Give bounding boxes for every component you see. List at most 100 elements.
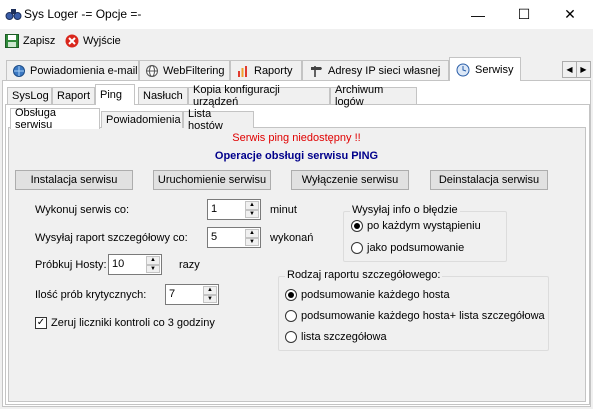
tab-label: Powiadomienia e-mail — [30, 64, 138, 77]
radio-label: po każdym wystąpieniu — [367, 220, 481, 232]
tab-own-ip-addresses[interactable]: Adresy IP sieci własnej — [302, 60, 449, 80]
tab-label: Adresy IP sieci własnej — [328, 64, 441, 77]
radio-selected-icon — [285, 289, 297, 301]
probe-hosts-label: Próbkuj Hosty: — [35, 259, 107, 271]
spin-arrows[interactable]: ▲ ▼ — [245, 201, 259, 218]
spin-down-icon[interactable]: ▼ — [245, 237, 259, 246]
spin-value: 5 — [211, 231, 218, 243]
button-label: Instalacja serwisu — [30, 174, 118, 186]
button-label: Wyłączenie serwisu — [301, 174, 399, 186]
bar-chart-icon — [238, 65, 247, 77]
globe-icon — [13, 64, 25, 77]
radio-label: podsumowanie każdego hosta — [301, 289, 450, 301]
critical-probes-input[interactable]: 7 ▲ ▼ — [165, 284, 219, 305]
tab-label: SysLog — [12, 90, 49, 102]
report-type-group-title: Rodzaj raportu szczegółowego: — [285, 269, 443, 281]
send-report-input[interactable]: 5 ▲ ▼ — [207, 227, 261, 248]
section-title: Operacje obsługi serwisu PING — [214, 150, 379, 162]
send-info-group — [343, 211, 507, 262]
close-icon: ✕ — [564, 6, 576, 22]
stop-service-button[interactable]: Wyłączenie serwisu — [291, 170, 409, 190]
radio-as-summary[interactable]: jako podsumowanie — [351, 242, 464, 254]
tab-scroll-right-button[interactable]: ▶ — [576, 61, 591, 78]
spin-arrows[interactable]: ▲ ▼ — [245, 229, 259, 246]
clock-gear-icon — [456, 63, 470, 76]
web-globe-icon — [146, 64, 158, 77]
probe-hosts-input[interactable]: 10 ▲ ▼ — [108, 254, 162, 275]
tab-label: Kopia konfiguracji urządzeń — [193, 84, 280, 108]
save-icon — [5, 34, 19, 48]
spin-down-icon[interactable]: ▼ — [203, 294, 217, 303]
spin-arrows[interactable]: ▲ ▼ — [203, 286, 217, 303]
spin-down-icon[interactable]: ▼ — [146, 264, 160, 273]
spin-value: 7 — [169, 288, 176, 300]
radio-host-summary-detail[interactable]: podsumowanie każdego hosta+ lista szczeg… — [285, 310, 545, 322]
toolbar: Zapisz Wyjście — [0, 29, 593, 53]
binoculars-icon — [5, 9, 22, 20]
send-info-group-title: Wysyłaj info o błędzie — [350, 204, 460, 216]
tab-notifications[interactable]: Powiadomienia — [101, 111, 183, 128]
maximize-icon: ☐ — [517, 6, 531, 22]
tab-label: Archiwum logów — [335, 84, 384, 108]
radio-selected-icon — [351, 220, 363, 232]
exit-icon — [65, 34, 79, 48]
radio-detail-list[interactable]: lista szczegółowa — [285, 331, 387, 343]
probe-hosts-unit: razy — [179, 259, 200, 271]
run-every-unit: minut — [270, 204, 297, 216]
tab-webfiltering[interactable]: WebFiltering — [139, 60, 230, 80]
reset-counters-label: Zeruj liczniki kontroli co 3 godziny — [51, 317, 215, 329]
tab-reports[interactable]: Raporty — [230, 60, 302, 80]
radio-host-summary[interactable]: podsumowanie każdego hosta — [285, 289, 450, 301]
radio-after-each[interactable]: po każdym wystąpieniu — [351, 220, 481, 232]
spin-value: 10 — [112, 258, 125, 270]
start-service-button[interactable]: Uruchomienie serwisu — [153, 170, 271, 190]
spin-up-icon[interactable]: ▲ — [245, 201, 259, 210]
spin-up-icon[interactable]: ▲ — [146, 256, 160, 265]
save-button[interactable]: Zapisz — [5, 31, 55, 51]
tab-host-list[interactable]: Lista hostów — [183, 108, 254, 132]
signpost-icon — [311, 65, 322, 77]
spin-down-icon[interactable]: ▼ — [245, 209, 259, 218]
status-message: Serwis ping niedostępny !! — [232, 132, 361, 144]
tab-ping[interactable]: Ping — [95, 84, 135, 105]
tab-email-notifications[interactable]: Powiadomienia e-mail — [6, 60, 139, 80]
tab-label: Obsługa serwisu — [15, 107, 56, 131]
maximize-button[interactable]: ☐ — [501, 0, 547, 29]
uninstall-service-button[interactable]: Deinstalacja serwisu — [430, 170, 548, 190]
exit-label: Wyjście — [83, 35, 121, 47]
send-report-unit: wykonań — [270, 232, 314, 244]
tab-label: Powiadomienia — [106, 114, 181, 126]
run-every-input[interactable]: 1 ▲ ▼ — [207, 199, 261, 220]
radio-label: lista szczegółowa — [301, 331, 387, 343]
spin-up-icon[interactable]: ▲ — [245, 229, 259, 238]
tab-label: Lista hostów — [188, 108, 223, 132]
tab-services[interactable]: Serwisy — [449, 57, 521, 81]
button-label: Deinstalacja serwisu — [438, 174, 540, 186]
spin-up-icon[interactable]: ▲ — [203, 286, 217, 295]
spin-arrows[interactable]: ▲ ▼ — [146, 256, 160, 273]
save-label: Zapisz — [23, 35, 56, 47]
scroll-right-icon: ▶ — [580, 65, 587, 74]
minimize-icon: — — [471, 6, 485, 23]
tab-service-handling[interactable]: Obsługa serwisu — [10, 107, 100, 131]
close-button[interactable]: ✕ — [547, 0, 593, 29]
tab-config-backup[interactable]: Kopia konfiguracji urządzeń — [188, 84, 330, 108]
tab-raport[interactable]: Raport — [52, 87, 95, 104]
title-bar: Sys Loger -= Opcje =- — ☐ ✕ — [0, 0, 593, 29]
send-report-label: Wysyłaj raport szczegółowy co: — [35, 232, 188, 244]
radio-icon — [285, 331, 297, 343]
tab-syslog[interactable]: SysLog — [7, 87, 52, 104]
tab-log-archive[interactable]: Archiwum logów — [330, 84, 417, 108]
radio-icon — [351, 242, 363, 254]
button-label: Uruchomienie serwisu — [157, 174, 267, 186]
tab-scroll-left-button[interactable]: ◀ — [562, 61, 577, 78]
run-every-label: Wykonuj serwis co: — [35, 204, 130, 216]
install-service-button[interactable]: Instalacja serwisu — [15, 170, 133, 190]
radio-label: jako podsumowanie — [367, 242, 465, 254]
scroll-left-icon: ◀ — [566, 65, 573, 74]
reset-counters-checkbox[interactable]: ✓ — [35, 317, 47, 329]
minimize-button[interactable]: — — [455, 0, 501, 29]
tab-naslucha[interactable]: Nasłuch — [138, 87, 188, 104]
window-title: Sys Loger -= Opcje =- — [24, 7, 142, 21]
exit-button[interactable]: Wyjście — [65, 31, 121, 51]
